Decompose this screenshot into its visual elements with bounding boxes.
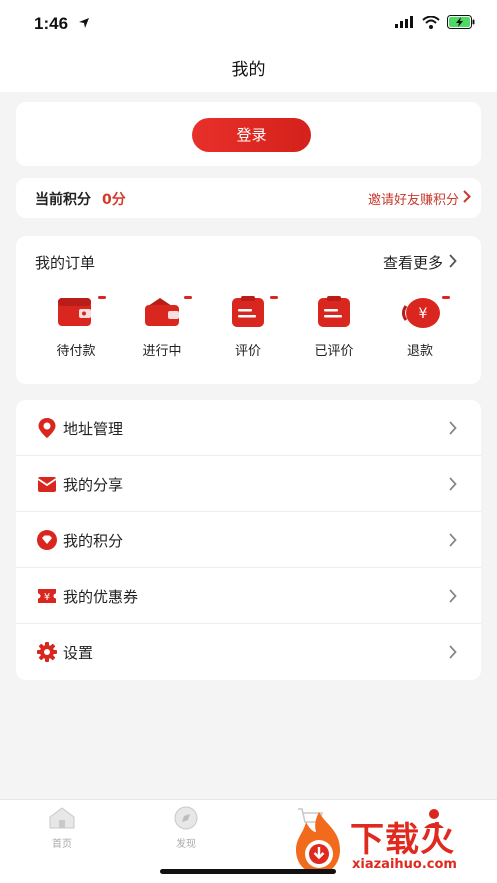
location-pin-icon (38, 418, 56, 438)
page-title: 我的 (231, 60, 266, 80)
login-button[interactable]: 登录 (192, 118, 311, 152)
watermark: 下载火 xiazaihuo.com (290, 808, 490, 878)
refund-yuan-glyph: ¥ (419, 306, 428, 322)
order-label: 退款 (406, 344, 433, 359)
diamond-icon (37, 530, 57, 550)
watermark-text: 下载火 (350, 820, 455, 860)
refund-yuan-icon: ¥ (402, 296, 450, 328)
wallet-open-icon (145, 296, 192, 326)
points-label: 当前积分 (35, 192, 91, 208)
points-value: 0分 (102, 192, 126, 208)
menu-item-label: 我的分享 (63, 476, 124, 494)
tab-discover[interactable]: 发现 (151, 806, 221, 850)
flame-logo-icon (296, 812, 340, 874)
status-time: 1:46 (34, 14, 69, 33)
wifi-icon (422, 15, 440, 29)
home-indicator (160, 869, 336, 874)
menu-item-label: 我的积分 (63, 532, 124, 550)
chevron-right-icon[interactable] (463, 190, 471, 203)
invite-friends-link[interactable]: 邀请好友赚积分 (368, 189, 459, 208)
clipboard-done-icon (318, 296, 350, 327)
gear-icon (37, 642, 57, 662)
home-icon (49, 807, 75, 829)
status-bar: 1:46 (0, 0, 497, 48)
order-refund[interactable]: ¥ 退款 (385, 294, 455, 364)
chevron-right-icon (449, 477, 457, 491)
order-pending-payment[interactable]: 待付款 (41, 294, 111, 364)
order-label: 待付款 (56, 344, 96, 359)
location-arrow-icon (79, 18, 89, 28)
menu-item-label: 地址管理 (63, 420, 124, 438)
tab-home[interactable]: 首页 (27, 806, 97, 850)
menu-item-points[interactable]: 我的积分 (16, 512, 481, 568)
menu-item-share[interactable]: 我的分享 (16, 456, 481, 512)
menu-item-label: 设置 (63, 644, 94, 662)
order-to-review[interactable]: 评价 (213, 294, 283, 364)
chevron-right-icon (449, 421, 457, 435)
clipboard-icon (232, 296, 278, 327)
menu-card: 地址管理 我的分享 我的积分 ¥ 我的优惠券 设置 (16, 400, 481, 680)
orders-card: 我的订单 查看更多 待付款 进行中 评价 已评价 ¥ 退款 (16, 236, 481, 384)
order-in-progress[interactable]: 进行中 (127, 294, 197, 364)
coupon-icon: ¥ (38, 589, 56, 603)
chevron-right-icon (449, 589, 457, 603)
menu-item-settings[interactable]: 设置 (16, 624, 481, 680)
envelope-icon (37, 477, 57, 492)
menu-item-address[interactable]: 地址管理 (16, 400, 481, 456)
order-label: 进行中 (142, 344, 182, 359)
wallet-icon (58, 296, 106, 326)
watermark-url: xiazaihuo.com (352, 857, 457, 872)
tab-label: 首页 (52, 839, 72, 850)
tab-label: 发现 (176, 839, 196, 850)
view-more-link[interactable]: 查看更多 (383, 252, 443, 273)
coupon-yuan-glyph: ¥ (44, 592, 50, 603)
chevron-right-icon (449, 645, 457, 659)
nav-bar: 我的 (0, 48, 497, 92)
compass-icon (174, 806, 198, 830)
orders-title: 我的订单 (35, 254, 96, 272)
chevron-right-icon[interactable] (449, 254, 457, 268)
order-label: 评价 (234, 344, 261, 359)
menu-item-coupons[interactable]: ¥ 我的优惠券 (16, 568, 481, 624)
signal-icon (395, 16, 413, 28)
order-reviewed[interactable]: 已评价 (299, 294, 369, 364)
battery-charging-icon (447, 15, 475, 29)
menu-item-label: 我的优惠券 (63, 588, 139, 606)
points-card: 当前积分 0分 邀请好友赚积分 (16, 178, 481, 218)
order-label: 已评价 (314, 344, 354, 359)
chevron-right-icon (449, 533, 457, 547)
login-card: 登录 (16, 102, 481, 166)
